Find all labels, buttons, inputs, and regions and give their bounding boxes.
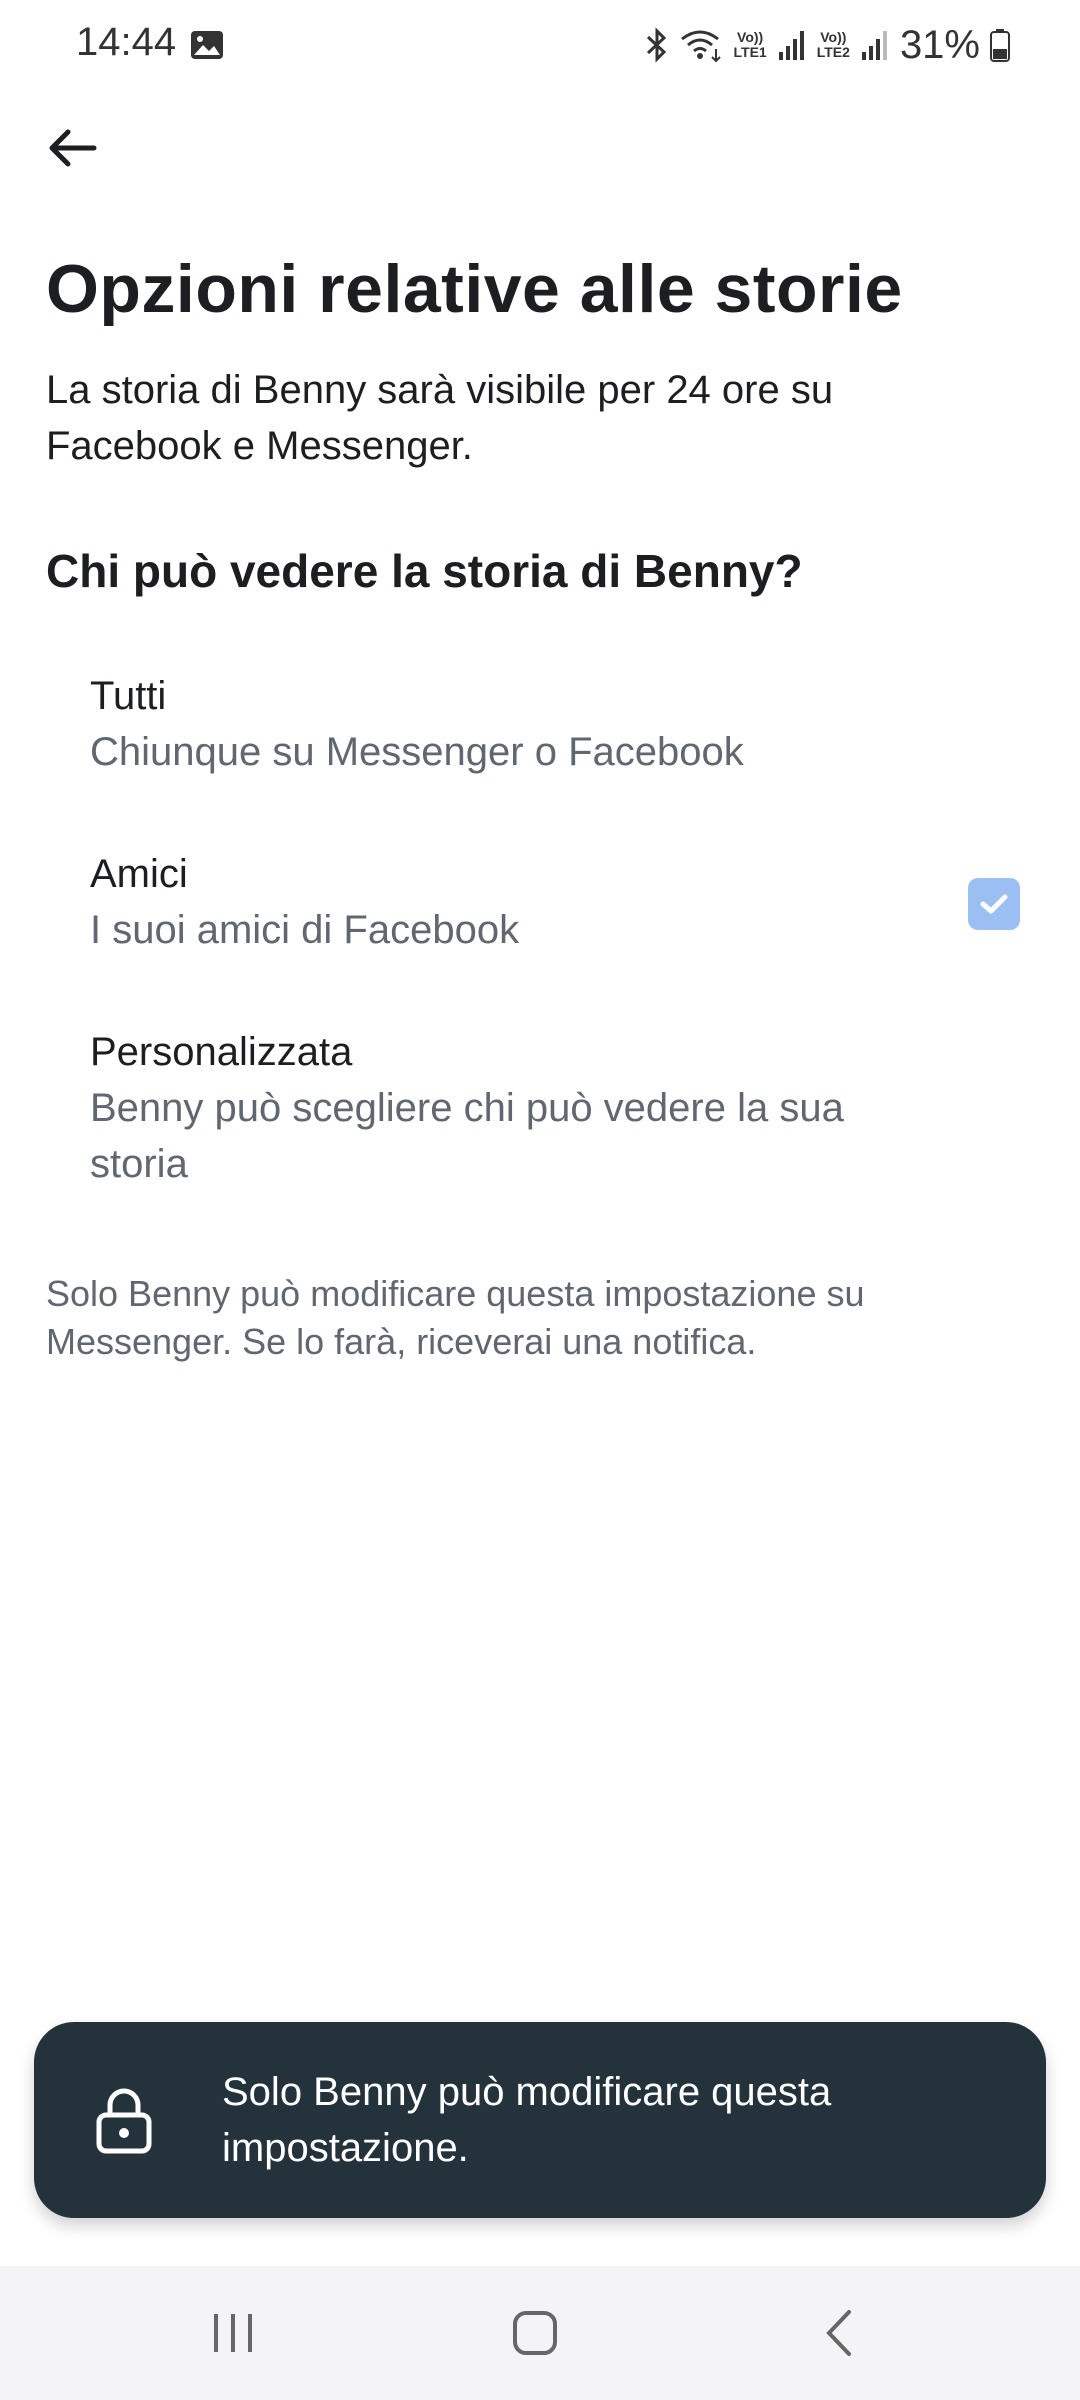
signal-sim2-icon [861,31,887,60]
checkmark-icon [980,894,1008,914]
option-title: Amici [90,852,188,896]
wifi-icon [680,30,721,63]
arrow-left-icon [49,129,97,167]
home-icon [513,2311,557,2355]
section-heading: Chi può vedere la storia di Benny? [46,545,803,597]
page-subtitle: La storia di Benny sarà visibile per 24 … [46,368,834,468]
status-bar: 14:44 Vo)) LTE1 Vo)) LTE2 31% [0,0,1080,90]
option-everyone[interactable]: Tutti Chiunque su Messenger o Facebook [60,668,1020,798]
back-button[interactable] [36,112,108,184]
page-title: Opzioni relative alle storie [46,251,903,327]
sim2-label: Vo)) LTE2 [816,29,850,60]
recents-icon [214,2314,252,2352]
toast-message: Solo Benny può modificare questa imposta… [222,2070,832,2170]
option-description: I suoi amici di Facebook [90,908,520,952]
option-title: Personalizzata [90,1030,353,1074]
option-description: Chiunque su Messenger o Facebook [90,730,744,774]
bluetooth-icon [646,27,666,63]
system-back-button[interactable] [794,2296,884,2370]
lock-icon [96,2088,152,2154]
status-time: 14:44 [76,20,177,64]
option-friends[interactable]: Amici I suoi amici di Facebook [60,846,1020,976]
signal-sim1-icon [778,31,804,60]
status-icons: Vo)) LTE1 Vo)) LTE2 31% [644,18,1010,72]
recents-button[interactable] [188,2296,278,2370]
toast-notification: Solo Benny può modificare questa imposta… [34,2022,1046,2218]
friends-checkbox[interactable] [968,878,1020,930]
navigation-bar [0,2266,1080,2400]
chevron-left-icon [826,2310,851,2356]
option-title: Tutti [90,674,167,718]
gallery-notification-icon [191,31,223,59]
battery-percentage: 31% [899,22,980,67]
option-description: Benny può scegliere chi può vedere la su… [90,1086,844,1186]
option-custom[interactable]: Personalizzata Benny può scegliere chi p… [60,1024,1020,1204]
battery-icon [990,29,1010,62]
home-button[interactable] [490,2296,580,2370]
sim1-label: Vo)) LTE1 [733,29,767,60]
footnote: Solo Benny può modificare questa imposta… [46,1273,865,1362]
